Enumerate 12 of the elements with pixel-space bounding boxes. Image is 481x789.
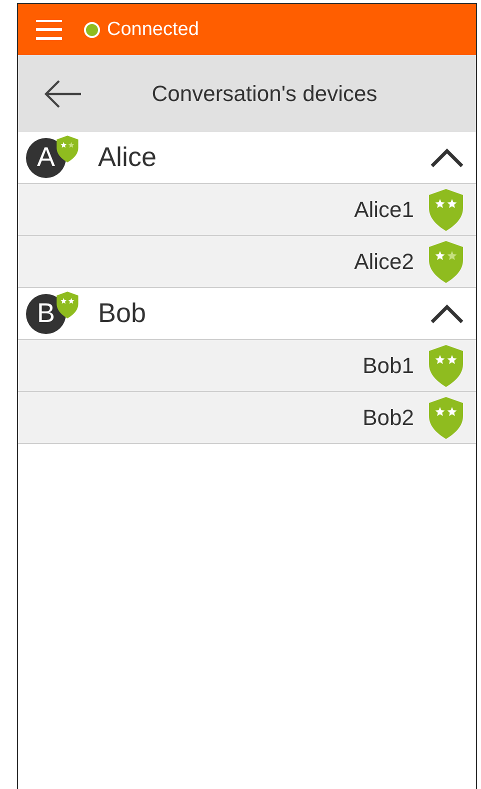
device-name: Bob2 — [362, 404, 414, 430]
back-button[interactable] — [43, 78, 83, 108]
connection-status: Connected — [107, 18, 199, 40]
device-name: Bob1 — [362, 352, 414, 378]
device-name: Alice2 — [354, 248, 414, 274]
page-title: Conversation's devices — [150, 80, 378, 106]
contact-name: Alice — [98, 142, 158, 173]
collapse-button[interactable] — [430, 148, 464, 168]
collapse-button[interactable] — [430, 304, 464, 324]
menu-button[interactable] — [36, 20, 62, 40]
contact-name: Bob — [98, 298, 148, 329]
device-name: Alice1 — [354, 196, 414, 222]
